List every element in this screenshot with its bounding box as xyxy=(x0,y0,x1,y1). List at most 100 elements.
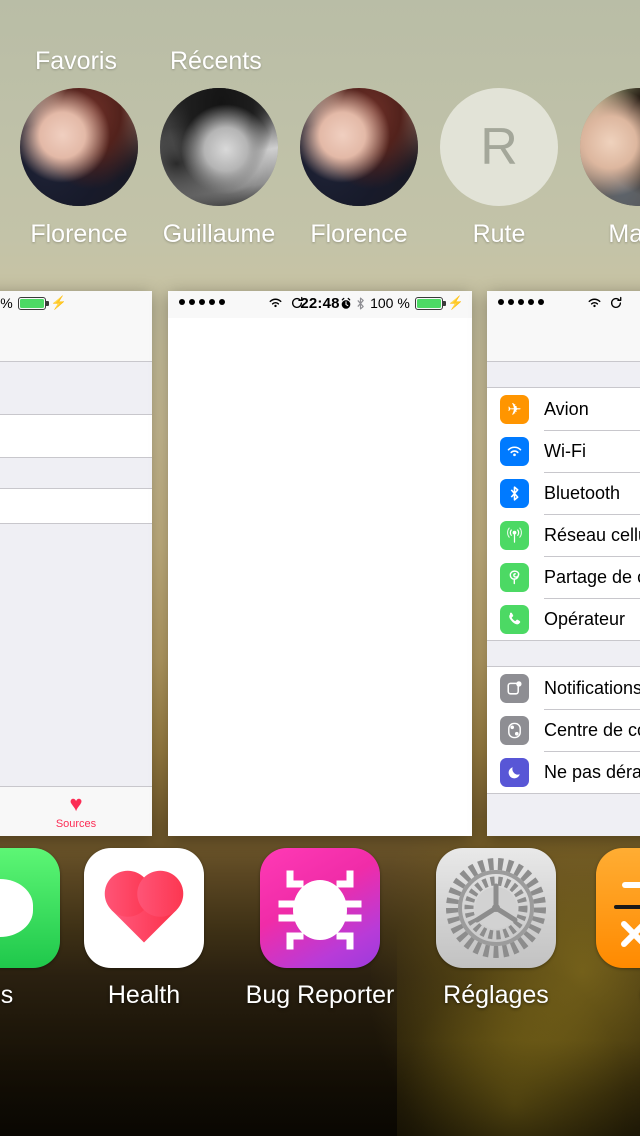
calculator-icon[interactable] xyxy=(596,848,640,968)
alarm-icon xyxy=(341,297,351,309)
health-section-header: ESE DEVICES xyxy=(0,580,82,596)
health-tab-bar[interactable]: ✳ Medical ID ♥ Sources xyxy=(0,786,152,836)
dock-app-settings[interactable]: Réglages xyxy=(408,848,584,1009)
app-card-settings[interactable]: 22: Réglages ✈ Avion xyxy=(487,291,640,836)
health-permission-text: sion to update your to the list. xyxy=(0,480,82,506)
contact-name: Florence xyxy=(30,220,128,248)
settings-row-label: Wi-Fi xyxy=(544,440,586,461)
airplane-icon: ✈ xyxy=(500,394,529,424)
settings-row-airplane[interactable]: ✈ Avion xyxy=(487,388,640,430)
sync-icon xyxy=(610,296,622,308)
bluetooth-icon xyxy=(357,297,364,309)
settings-row-label: Opérateur xyxy=(544,608,626,629)
dock-app-label: Bug Reporter xyxy=(245,981,395,1009)
contacts-tabs: Favoris Récents xyxy=(0,44,640,78)
dock-app-bug-reporter[interactable]: Bug Reporter xyxy=(232,848,408,1009)
sources-heart-icon: ♥ xyxy=(69,791,83,816)
contact-name: Mach xyxy=(608,220,640,248)
dock-app-label: Ca xyxy=(568,981,640,1009)
nav-bar: Réglages xyxy=(487,318,640,362)
health-body[interactable]: sion to update your to the list. ESE DEV… xyxy=(0,362,152,836)
dock-app-label: Health xyxy=(107,981,181,1009)
contacts-row[interactable]: Florence Guillaume Florence R Rute Mach xyxy=(0,88,640,248)
avatar-photo xyxy=(300,88,418,206)
gear-glyph xyxy=(446,858,546,958)
app-card-blank[interactable]: 22:48 100 % ⚡ xyxy=(168,291,472,836)
charging-bolt-icon: ⚡ xyxy=(447,295,464,310)
settings-row-cellular[interactable]: Réseau cellul xyxy=(487,514,640,556)
contacts-tray: Favoris Récents Florence Guillaume Flore… xyxy=(0,0,640,250)
cellular-icon xyxy=(500,520,529,550)
settings-group-connectivity[interactable]: ✈ Avion Wi-Fi Bluetooth Réseau cell Part… xyxy=(487,387,640,641)
signal-dots xyxy=(498,299,544,305)
battery-percent: 100 % xyxy=(370,295,410,311)
contact-item-3[interactable]: R Rute xyxy=(429,88,569,248)
page-title: rces xyxy=(0,328,152,351)
tab-recents[interactable]: Récents xyxy=(170,44,262,78)
wifi-icon xyxy=(500,436,529,466)
settings-row-label: Avion xyxy=(544,398,589,419)
notifications-icon xyxy=(500,673,529,703)
settings-row-bluetooth[interactable]: Bluetooth xyxy=(487,472,640,514)
nav-bar: rces xyxy=(0,318,152,362)
settings-row-carrier[interactable]: Opérateur xyxy=(487,598,640,640)
settings-row-hotspot[interactable]: Partage de co xyxy=(487,556,640,598)
settings-row-label: Partage de co xyxy=(544,566,640,587)
contact-item-4[interactable]: Mach xyxy=(569,88,640,248)
message-bubble-glyph xyxy=(0,879,33,937)
contact-item-0[interactable]: Florence xyxy=(9,88,149,248)
bluetooth-icon xyxy=(500,478,529,508)
app-switcher-cards[interactable]: :48 100 % ⚡ rces si xyxy=(0,291,640,836)
contact-item-2[interactable]: Florence xyxy=(289,88,429,248)
settings-list[interactable]: ✈ Avion Wi-Fi Bluetooth Réseau cell Part… xyxy=(487,362,640,836)
control-center-icon xyxy=(500,715,529,745)
health-row-top[interactable] xyxy=(0,414,152,458)
settings-row-notifications[interactable]: Notifications xyxy=(487,667,640,709)
app-dock[interactable]: 1 es Health B xyxy=(0,848,640,1043)
avatar-initial: R xyxy=(440,88,558,206)
phone-icon xyxy=(500,604,529,634)
calculator-glyph xyxy=(614,882,640,947)
app-card-health[interactable]: :48 100 % ⚡ rces si xyxy=(0,291,152,836)
settings-group-notifications[interactable]: Notifications Centre de cor xyxy=(487,666,640,794)
avatar[interactable] xyxy=(160,88,278,206)
dock-app-label: Réglages xyxy=(443,981,549,1009)
bug-glyph xyxy=(278,870,362,950)
heart-glyph xyxy=(111,877,177,943)
status-bar: :48 100 % ⚡ xyxy=(0,291,152,318)
messages-icon[interactable]: 1 xyxy=(0,848,60,968)
tab-sources[interactable]: ♥ Sources xyxy=(0,791,152,831)
dock-app-calculator[interactable]: Ca xyxy=(568,848,640,1009)
contact-item-1[interactable]: Guillaume xyxy=(149,88,289,248)
settings-gear-icon[interactable] xyxy=(436,848,556,968)
settings-row-label: Réseau cellul xyxy=(544,524,640,545)
bug-reporter-icon[interactable] xyxy=(260,848,380,968)
do-not-disturb-icon xyxy=(500,757,529,787)
settings-row-label: Ne pas déran xyxy=(544,761,640,782)
settings-row-label: Bluetooth xyxy=(544,482,621,503)
avatar-photo xyxy=(160,88,278,206)
avatar[interactable]: R xyxy=(440,88,558,206)
avatar[interactable] xyxy=(300,88,418,206)
contact-name: Rute xyxy=(472,220,526,248)
avatar[interactable] xyxy=(20,88,138,206)
settings-row-do-not-disturb[interactable]: Ne pas déran xyxy=(487,751,640,793)
charging-bolt-icon: ⚡ xyxy=(50,295,67,310)
contact-name: Guillaume xyxy=(162,220,276,248)
settings-row-wifi[interactable]: Wi-Fi xyxy=(487,430,640,472)
tab-favorites[interactable]: Favoris xyxy=(35,44,117,78)
settings-row-label: Notifications xyxy=(544,677,640,698)
tab-label: Sources xyxy=(55,818,97,830)
status-bar: 22:48 100 % ⚡ xyxy=(168,291,472,318)
battery-icon xyxy=(17,296,49,310)
dock-app-health[interactable]: Health xyxy=(56,848,232,1009)
hotspot-icon xyxy=(500,562,529,592)
avatar-photo xyxy=(20,88,138,206)
page-title: Réglages xyxy=(487,328,640,351)
battery-icon xyxy=(414,296,446,310)
settings-row-control-center[interactable]: Centre de cor xyxy=(487,709,640,751)
blank-content xyxy=(168,318,472,836)
contact-name: Florence xyxy=(310,220,408,248)
avatar[interactable] xyxy=(580,88,640,206)
health-icon[interactable] xyxy=(84,848,204,968)
